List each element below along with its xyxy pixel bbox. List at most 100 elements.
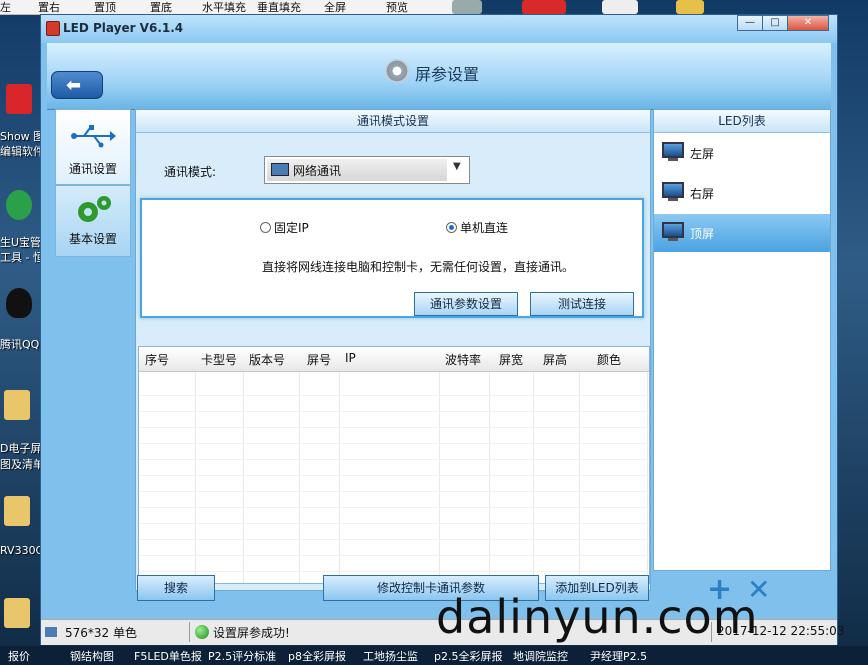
background-toolbar: 左 置右 置顶 置底 水平填充 垂直填充 全屏 预览 bbox=[0, 0, 460, 15]
row-divider bbox=[139, 411, 649, 412]
comm-mode-value: 网络通讯 bbox=[293, 164, 342, 178]
column-divider bbox=[533, 347, 534, 583]
taskbar-item[interactable]: 地调院监控 bbox=[513, 648, 568, 664]
desktop-icon-label[interactable]: 腾讯QQ bbox=[0, 336, 39, 352]
column-header-card-model[interactable]: 卡型号 bbox=[201, 351, 237, 368]
app-logo-icon bbox=[46, 21, 60, 36]
column-header-height[interactable]: 屏高 bbox=[543, 351, 567, 368]
column-header-baud[interactable]: 波特率 bbox=[445, 351, 481, 368]
toolbar-item[interactable]: 置顶 bbox=[94, 0, 116, 15]
desktop-icon-label[interactable]: D电子屏 bbox=[0, 440, 41, 456]
app-shortcut-icon[interactable] bbox=[6, 84, 32, 114]
taskbar-item[interactable]: 尹经理P2.5 bbox=[590, 648, 647, 664]
qq-icon[interactable] bbox=[6, 288, 32, 318]
row-divider bbox=[139, 507, 649, 508]
chevron-down-icon[interactable]: ▼ bbox=[453, 161, 461, 172]
led-list-panel: LED列表 左屏 右屏 顶屏 bbox=[653, 109, 831, 571]
network-status-icon bbox=[45, 627, 57, 637]
row-divider bbox=[139, 395, 649, 396]
column-header-screen-no[interactable]: 屏号 bbox=[307, 351, 331, 368]
desktop-icon-label[interactable]: 图及清单 bbox=[0, 456, 44, 472]
shortcut-icon[interactable] bbox=[452, 0, 482, 14]
taskbar-item[interactable]: p8全彩屏报 bbox=[288, 648, 346, 664]
toolbar-item[interactable]: 全屏 bbox=[324, 0, 346, 15]
desktop-icon-label[interactable]: 编辑软件 bbox=[0, 143, 44, 159]
title-bar[interactable]: LED Player V6.1.4 — □ ✕ bbox=[41, 15, 837, 43]
nav-item-comm-settings[interactable]: 通讯设置 bbox=[55, 109, 131, 185]
back-button[interactable]: ⬅ bbox=[51, 71, 103, 99]
page-title: 屏参设置 bbox=[415, 65, 480, 84]
monitor-icon bbox=[662, 182, 684, 198]
direct-connect-label[interactable]: 单机直连 bbox=[460, 219, 508, 236]
column-header-color[interactable]: 颜色 bbox=[597, 351, 621, 368]
direct-connect-radio[interactable] bbox=[446, 222, 457, 233]
led-item-label: 左屏 bbox=[690, 147, 715, 161]
row-divider bbox=[139, 539, 649, 540]
nav-item-basic-settings[interactable]: 基本设置 bbox=[55, 185, 131, 257]
comm-mode-select[interactable]: 网络通讯 ▼ bbox=[264, 156, 470, 184]
column-header-width[interactable]: 屏宽 bbox=[499, 351, 523, 368]
fixed-ip-radio[interactable] bbox=[260, 222, 271, 233]
monitor-stand bbox=[668, 198, 678, 201]
led-list-item[interactable]: 右屏 bbox=[654, 174, 830, 212]
toolbar-item[interactable]: 水平填充 bbox=[202, 0, 246, 15]
window-title: LED Player V6.1.4 bbox=[63, 21, 184, 35]
row-divider bbox=[139, 475, 649, 476]
folder-icon[interactable] bbox=[4, 496, 30, 526]
control-card-table: 序号 卡型号 版本号 屏号 IP 波特率 屏宽 屏高 颜色 bbox=[138, 346, 650, 584]
document-icon[interactable] bbox=[602, 0, 638, 14]
monitor-icon bbox=[662, 142, 684, 158]
taskbar-item[interactable]: 报价 bbox=[8, 648, 30, 664]
row-divider bbox=[139, 459, 649, 460]
column-header-ip[interactable]: IP bbox=[345, 351, 356, 365]
taskbar-item[interactable]: p2.5全彩屏报 bbox=[434, 648, 502, 664]
folder-icon[interactable] bbox=[4, 598, 30, 628]
column-divider bbox=[243, 347, 244, 583]
row-divider bbox=[139, 523, 649, 524]
folder-icon[interactable] bbox=[4, 390, 30, 420]
nav-item-label: 基本设置 bbox=[68, 232, 117, 246]
row-divider bbox=[139, 571, 649, 572]
folder-icon[interactable] bbox=[676, 0, 704, 14]
toolbar-item[interactable]: 垂直填充 bbox=[257, 0, 301, 15]
status-message: 设置屏参成功! bbox=[213, 626, 290, 640]
app-shortcut-icon[interactable] bbox=[6, 190, 32, 220]
desktop-icon-label[interactable]: Show 图 bbox=[0, 128, 44, 144]
close-app-icon[interactable] bbox=[522, 0, 566, 14]
column-divider bbox=[299, 347, 300, 583]
close-button[interactable]: ✕ bbox=[787, 15, 829, 31]
taskbar-item[interactable]: P2.5评分标准 bbox=[208, 648, 276, 664]
toolbar-item[interactable]: 预览 bbox=[386, 0, 408, 15]
toolbar-item[interactable]: 置右 bbox=[38, 0, 60, 15]
direct-connect-description: 直接将网线连接电脑和控制卡，无需任何设置，直接通讯。 bbox=[262, 260, 575, 274]
taskbar-item[interactable]: 工地扬尘监 bbox=[363, 648, 418, 664]
comm-mode-label: 通讯模式: bbox=[164, 165, 217, 179]
column-header-version[interactable]: 版本号 bbox=[249, 351, 285, 368]
maximize-button[interactable]: □ bbox=[762, 15, 788, 31]
taskbar-item[interactable]: 钢结构图 bbox=[70, 648, 114, 664]
row-divider bbox=[139, 427, 649, 428]
monitor-stand bbox=[668, 238, 678, 241]
minimize-button[interactable]: — bbox=[737, 15, 763, 31]
connection-box: 固定IP 单机直连 直接将网线连接电脑和控制卡，无需任何设置，直接通讯。 通讯参… bbox=[140, 198, 644, 318]
toolbar-item[interactable]: 置底 bbox=[150, 0, 172, 15]
led-item-label: 顶屏 bbox=[690, 227, 715, 241]
led-list-item-selected[interactable]: 顶屏 bbox=[654, 214, 830, 252]
column-header-index[interactable]: 序号 bbox=[145, 351, 169, 368]
toolbar-item[interactable]: 左 bbox=[0, 0, 11, 15]
fixed-ip-label[interactable]: 固定IP bbox=[274, 219, 309, 236]
desktop-icon-label[interactable]: 生U宝管 bbox=[0, 234, 41, 250]
comm-params-button[interactable]: 通讯参数设置 bbox=[414, 292, 518, 316]
row-divider bbox=[139, 555, 649, 556]
column-divider bbox=[195, 347, 196, 583]
watermark-text: dalinyun.com bbox=[436, 590, 759, 644]
settings-gear-icon bbox=[385, 59, 409, 83]
test-connection-button[interactable]: 测试连接 bbox=[530, 292, 634, 316]
taskbar-item[interactable]: F5LED单色报 bbox=[134, 648, 202, 664]
column-divider bbox=[339, 347, 340, 583]
search-button[interactable]: 搜索 bbox=[137, 575, 215, 601]
column-divider bbox=[579, 347, 580, 583]
led-list-item[interactable]: 左屏 bbox=[654, 134, 830, 172]
led-player-window: LED Player V6.1.4 — □ ✕ ⬅ 屏参设置 通讯设置 基本设置… bbox=[40, 14, 844, 645]
monitor-icon bbox=[662, 222, 684, 238]
